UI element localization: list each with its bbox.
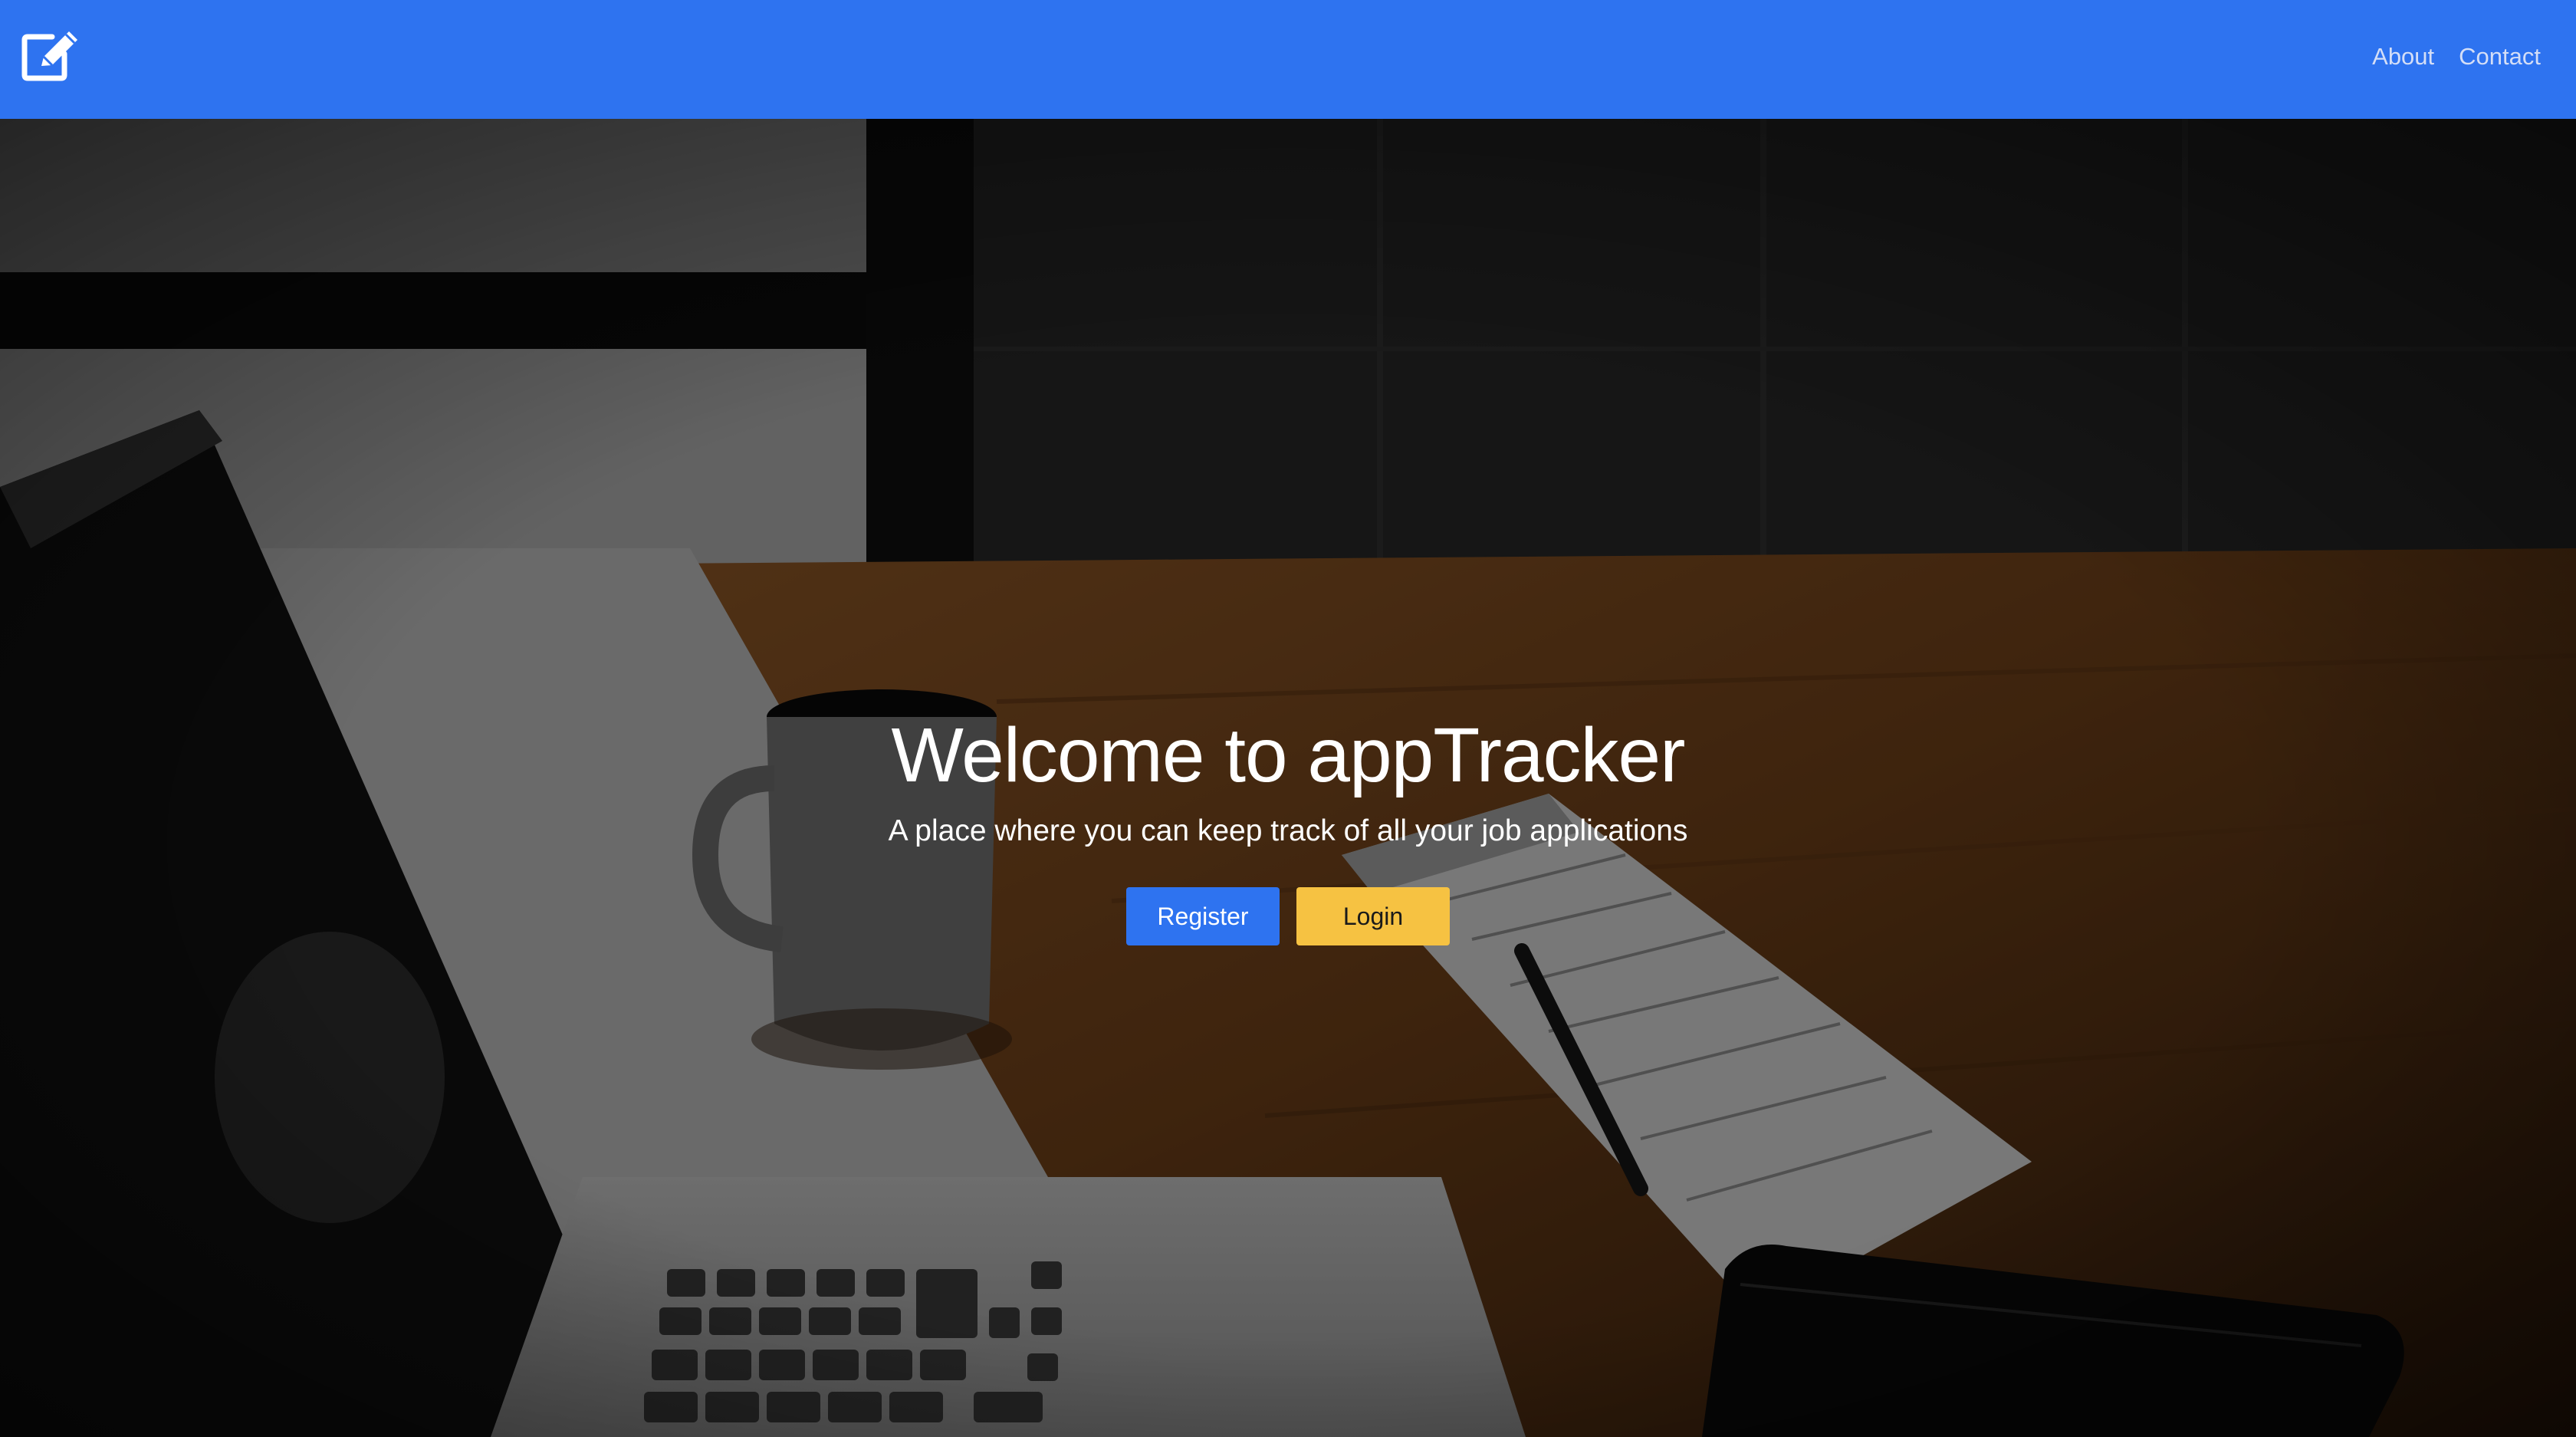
edit-icon	[21, 31, 77, 81]
landing-page: About Contact Welcome to appTracker A pl…	[0, 0, 2576, 1437]
hero-title: Welcome to appTracker	[891, 712, 1686, 798]
navbar: About Contact	[0, 0, 2576, 119]
login-button[interactable]: Login	[1296, 887, 1450, 945]
nav-links: About Contact	[2372, 40, 2541, 74]
hero-section: Welcome to appTracker A place where you …	[0, 119, 2576, 1437]
hero-subtitle: A place where you can keep track of all …	[888, 814, 1688, 847]
register-button[interactable]: Register	[1126, 887, 1280, 945]
brand-edit-icon[interactable]	[21, 28, 81, 81]
nav-link-contact[interactable]: Contact	[2459, 40, 2541, 74]
nav-link-about[interactable]: About	[2372, 40, 2434, 74]
hero-buttons: Register Login	[0, 887, 2576, 945]
hero-content: Welcome to appTracker A place where you …	[0, 709, 2576, 945]
